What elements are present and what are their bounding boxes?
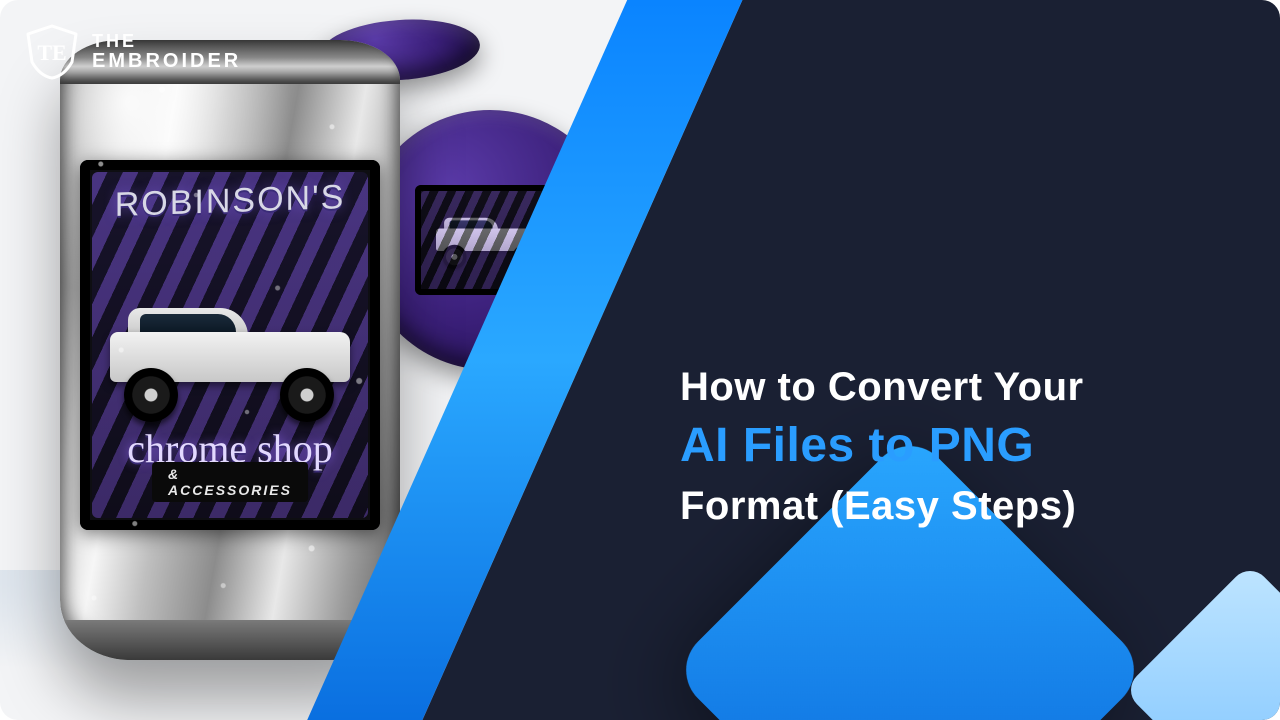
headline: How to Convert Your AI Files to PNG Form… bbox=[680, 360, 1210, 533]
logo-shield-icon: TE bbox=[22, 22, 82, 82]
svg-text:TE: TE bbox=[37, 40, 66, 65]
banner-graphic: ROBINSON'S chrome shop & ACCESSORIES TE bbox=[0, 0, 1280, 720]
can-mockup: ROBINSON'S chrome shop & ACCESSORIES bbox=[60, 40, 400, 660]
logo-text: THE EMBROIDER bbox=[92, 32, 241, 72]
headline-accent: AI Files to PNG bbox=[680, 414, 1034, 479]
logo-line-1: THE bbox=[92, 32, 241, 51]
can-label-title: ROBINSON'S bbox=[92, 177, 368, 226]
can-label: ROBINSON'S chrome shop & ACCESSORIES bbox=[80, 160, 380, 530]
can-label-tagline: & ACCESSORIES bbox=[152, 462, 308, 502]
headline-line-3: Format (Easy Steps) bbox=[680, 479, 1210, 533]
can-truck-art bbox=[100, 302, 360, 422]
headline-line-1: How to Convert Your bbox=[680, 360, 1210, 414]
logo-line-2: EMBROIDER bbox=[92, 51, 241, 72]
brand-logo: TE THE EMBROIDER bbox=[22, 22, 241, 82]
